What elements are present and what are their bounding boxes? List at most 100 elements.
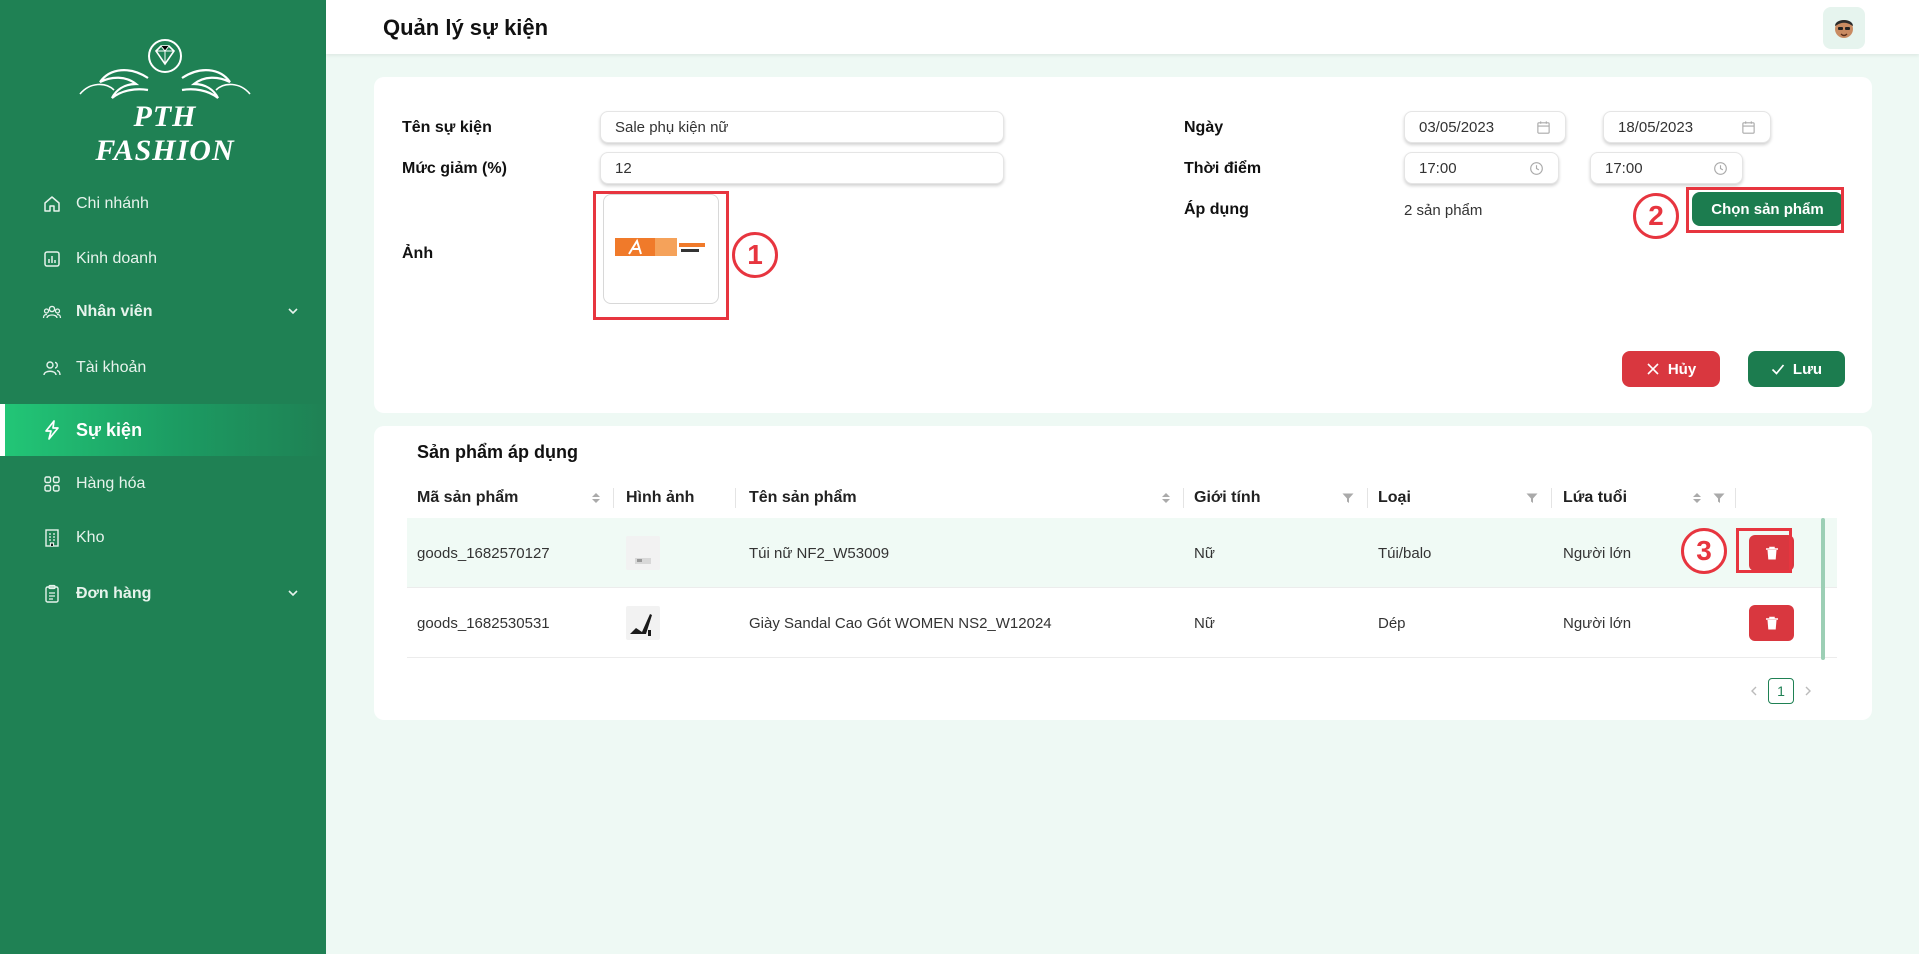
column-divider	[1551, 488, 1552, 508]
col-name[interactable]: Tên sản phẩm	[749, 478, 857, 518]
cell-type: Dép	[1378, 614, 1406, 632]
avatar[interactable]	[1823, 7, 1865, 49]
delete-row-button[interactable]	[1749, 605, 1794, 641]
date-end-value: 18/05/2023	[1618, 118, 1694, 136]
calendar-icon	[1537, 120, 1550, 134]
col-gender[interactable]: Giới tính	[1194, 478, 1260, 518]
chevron-right-icon[interactable]	[1802, 685, 1814, 697]
users-icon	[42, 358, 62, 378]
sidebar-item-label: Sự kiện	[76, 419, 143, 440]
sidebar-item-label: Nhân viên	[76, 303, 153, 320]
product-thumbnail	[626, 536, 660, 570]
sidebar-item-su-kien[interactable]: Sự kiện	[0, 404, 326, 456]
sort-icon[interactable]	[1690, 491, 1704, 505]
cell-age: Người lớn	[1563, 544, 1632, 562]
clock-icon	[1530, 161, 1543, 175]
col-age[interactable]: Lứa tuổi	[1563, 478, 1627, 518]
cancel-button[interactable]: Hủy	[1622, 351, 1720, 387]
event-name-label: Tên sự kiện	[402, 119, 492, 136]
page-title: Quản lý sự kiện	[383, 15, 549, 40]
column-divider	[1735, 488, 1736, 508]
clock-icon	[1714, 161, 1727, 175]
home-icon	[42, 194, 62, 214]
brand-name: PTH FASHION	[95, 100, 235, 167]
sort-icon[interactable]	[589, 491, 603, 505]
date-start-value: 03/05/2023	[1419, 118, 1495, 136]
check-icon	[1771, 364, 1785, 375]
diamond-logo-icon	[79, 39, 251, 99]
cell-name: Túi nữ NF2_W53009	[749, 544, 890, 562]
time-end-input[interactable]: 17:00	[1590, 152, 1743, 184]
sidebar-item-label: Kinh doanh	[76, 250, 157, 267]
chevron-left-icon[interactable]	[1748, 685, 1760, 697]
page-number[interactable]: 1	[1768, 678, 1794, 704]
date-start-input[interactable]: 03/05/2023	[1404, 111, 1566, 143]
applied-products-card: Sản phẩm áp dụng Mã sản phẩm Hình ảnh Tê…	[374, 426, 1872, 720]
col-type[interactable]: Loại	[1378, 478, 1411, 518]
filter-icon[interactable]	[1341, 491, 1355, 505]
bar-chart-icon	[42, 249, 62, 269]
sidebar-item-label: Kho	[76, 529, 105, 546]
sidebar-item-hang-hoa[interactable]: Hàng hóa	[0, 458, 326, 510]
col-code[interactable]: Mã sản phẩm	[417, 478, 518, 518]
date-label: Ngày	[1184, 119, 1224, 136]
pagination: 1	[1748, 678, 1814, 704]
product-thumbnail	[626, 606, 660, 640]
time-end-value: 17:00	[1605, 159, 1643, 177]
column-divider	[735, 488, 736, 508]
sidebar-item-chi-nhanh[interactable]: Chi nhánh	[0, 178, 326, 230]
appstore-icon	[42, 474, 62, 494]
annotation-badge-1: 1	[732, 232, 778, 278]
cell-gender: Nữ	[1194, 614, 1215, 632]
save-button[interactable]: Lưu	[1748, 351, 1845, 387]
lightning-icon	[42, 420, 62, 440]
time-label: Thời điểm	[1184, 160, 1262, 177]
cell-gender: Nữ	[1194, 544, 1215, 562]
table-row[interactable]: goods_1682530531 Giày Sandal Cao Gót WOM…	[407, 588, 1837, 658]
chevron-down-icon	[288, 308, 298, 315]
sidebar-item-label: Chi nhánh	[76, 195, 149, 212]
sidebar-item-label: Đơn hàng	[76, 585, 152, 602]
sandal-product-image	[630, 614, 652, 636]
event-name-value: Sale phụ kiện nữ	[615, 118, 729, 136]
annotation-badge-3: 3	[1681, 528, 1727, 574]
cancel-label: Hủy	[1667, 360, 1697, 378]
filter-icon[interactable]	[1712, 491, 1726, 505]
save-label: Lưu	[1792, 360, 1823, 378]
sidebar-item-label: Hàng hóa	[76, 475, 146, 492]
column-divider	[613, 488, 614, 508]
highlight-image-box	[593, 191, 729, 320]
highlight-choose-button	[1686, 187, 1844, 233]
apply-value: 2 sản phẩm	[1404, 202, 1483, 219]
table-title: Sản phẩm áp dụng	[417, 442, 579, 462]
discount-input[interactable]: 12	[600, 152, 1004, 184]
sidebar-item-nhan-vien[interactable]: Nhân viên	[0, 286, 326, 338]
user-avatar-icon	[1835, 20, 1853, 38]
discount-value: 12	[615, 159, 632, 177]
event-name-input[interactable]: Sale phụ kiện nữ	[600, 111, 1004, 143]
brand-logo[interactable]: PTH FASHION	[60, 38, 270, 167]
sidebar-item-kinh-doanh[interactable]: Kinh doanh	[0, 233, 326, 285]
sort-icon[interactable]	[1159, 491, 1173, 505]
clipboard-icon	[42, 584, 62, 604]
image-label: Ảnh	[402, 245, 434, 262]
highlight-delete-button	[1736, 528, 1792, 573]
table-scrollbar[interactable]	[1821, 518, 1825, 660]
chevron-down-icon	[288, 590, 298, 597]
table-row[interactable]: goods_1682570127 Túi nữ NF2_W53009 Nữ Tú…	[407, 518, 1837, 588]
close-icon	[1647, 363, 1659, 375]
sidebar-item-kho[interactable]: Kho	[0, 512, 326, 564]
column-divider	[1367, 488, 1368, 508]
sidebar-item-tai-khoan[interactable]: Tài khoản	[0, 342, 326, 394]
top-header: Quản lý sự kiện	[326, 0, 1919, 54]
sidebar-item-label: Tài khoản	[76, 359, 147, 376]
sidebar-item-don-hang[interactable]: Đơn hàng	[0, 568, 326, 620]
filter-icon[interactable]	[1525, 491, 1539, 505]
apply-label: Áp dụng	[1184, 201, 1249, 218]
cell-code: goods_1682570127	[417, 544, 550, 562]
time-start-input[interactable]: 17:00	[1404, 152, 1559, 184]
trash-icon	[1765, 616, 1778, 630]
table-header: Mã sản phẩm Hình ảnh Tên sản phẩm Giới t…	[407, 478, 1837, 518]
date-end-input[interactable]: 18/05/2023	[1603, 111, 1771, 143]
annotation-badge-2: 2	[1633, 193, 1679, 239]
